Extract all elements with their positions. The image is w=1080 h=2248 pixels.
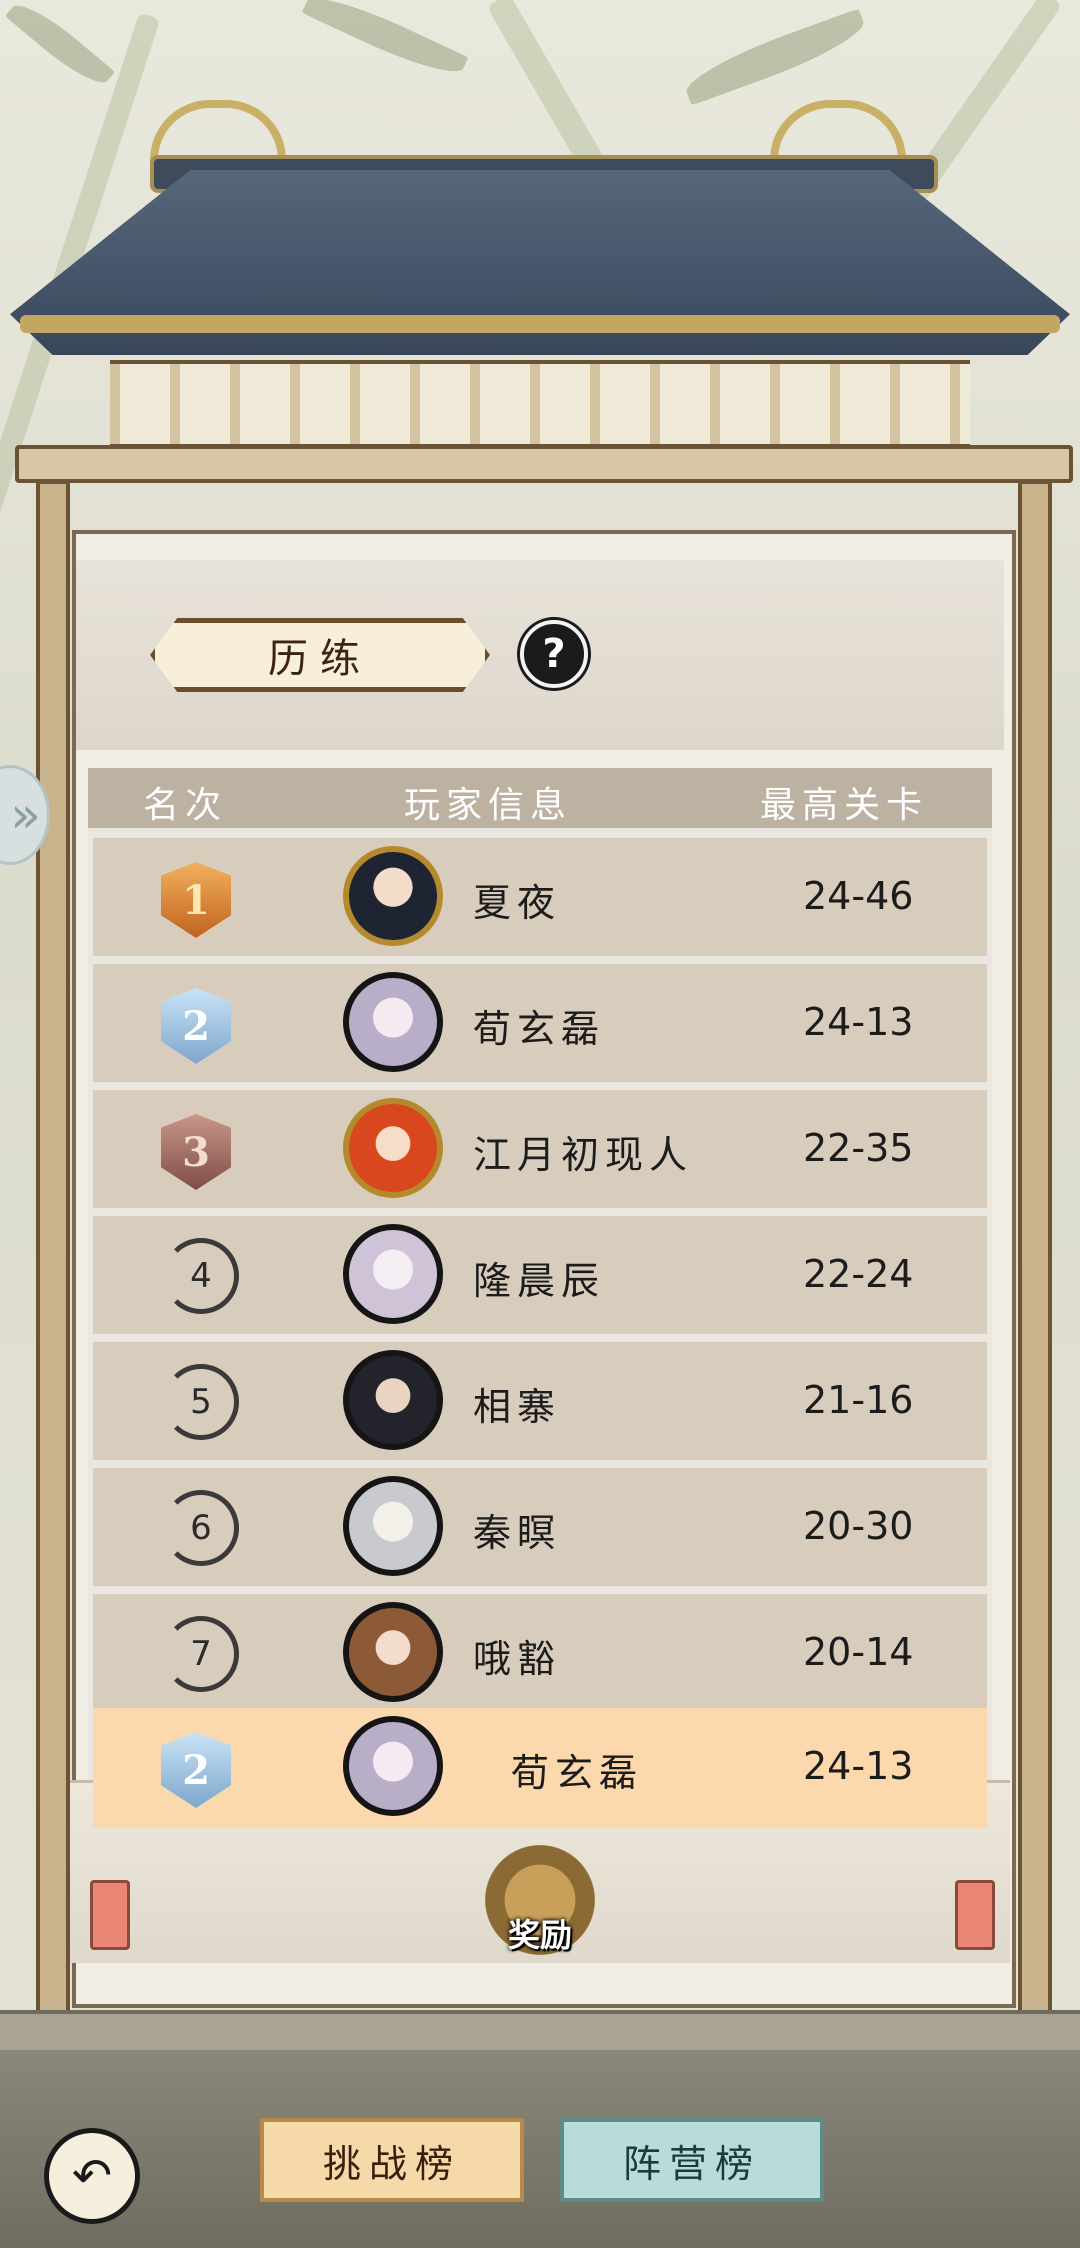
rank-number: 2	[161, 1732, 231, 1808]
avatar[interactable]	[343, 1350, 443, 1450]
pavilion-beam	[15, 445, 1073, 483]
avatar[interactable]	[343, 972, 443, 1072]
rank-number: 2	[161, 988, 231, 1064]
silver-badge-icon: 2	[155, 1724, 237, 1812]
avatar[interactable]	[343, 1476, 443, 1576]
tab-camp-ranking[interactable]: 阵营榜	[560, 2118, 824, 2202]
table-row[interactable]: 7 哦豁 20-14	[93, 1594, 987, 1712]
gold-badge-icon: 1	[155, 854, 237, 942]
table-row[interactable]: 4 隆晨辰 22-24	[93, 1216, 987, 1334]
pavilion-railing	[110, 360, 970, 448]
best-stage: 20-14	[803, 1630, 914, 1674]
title-plaque: 历练	[150, 618, 490, 692]
column-player-info: 玩家信息	[404, 785, 573, 826]
best-stage: 21-16	[803, 1378, 914, 1422]
pavilion-base	[0, 2010, 1080, 2054]
player-name: 哦豁	[473, 1637, 562, 1681]
table-row[interactable]: 5 相寨 21-16	[93, 1342, 987, 1460]
rank-ring-icon: 4	[163, 1238, 239, 1314]
player-name: 秦瞑	[473, 1511, 562, 1555]
best-stage: 24-46	[803, 874, 914, 918]
table-row[interactable]: 3 江月初现人 22-35	[93, 1090, 987, 1208]
lantern-icon	[955, 1880, 995, 1950]
footer-bar	[0, 2050, 1080, 2248]
player-name: 相寨	[473, 1385, 562, 1429]
avatar[interactable]	[343, 1602, 443, 1702]
bamboo-leaf	[301, 0, 469, 85]
player-name: 隆晨辰	[473, 1259, 606, 1303]
bamboo-leaf	[679, 8, 871, 106]
player-name: 江月初现人	[473, 1133, 694, 1177]
pillar-right	[1018, 480, 1052, 2028]
question-circle-icon[interactable]: ?	[520, 620, 588, 688]
my-rank-row[interactable]: 2 荀玄磊 24-13	[93, 1708, 987, 1828]
player-name: 夏夜	[473, 881, 562, 925]
bronze-badge-icon: 3	[155, 1106, 237, 1194]
best-stage: 24-13	[803, 1744, 914, 1788]
page-title: 历练	[268, 636, 372, 682]
table-header: 名次 玩家信息 最高关卡	[88, 768, 992, 828]
reward-button-label[interactable]: 奖励	[492, 1910, 588, 1956]
best-stage: 20-30	[803, 1504, 914, 1548]
rank-number: 1	[161, 862, 231, 938]
avatar[interactable]	[343, 1224, 443, 1324]
pillar-left	[36, 480, 70, 2028]
best-stage: 22-24	[803, 1252, 914, 1296]
avatar[interactable]	[343, 1716, 443, 1816]
avatar[interactable]	[343, 846, 443, 946]
roof-trim	[20, 315, 1060, 333]
silver-badge-icon: 2	[155, 980, 237, 1068]
best-stage: 22-35	[803, 1126, 914, 1170]
rank-ring-icon: 6	[163, 1490, 239, 1566]
back-arrow-icon[interactable]: ↶	[44, 2128, 140, 2224]
bamboo-leaf	[5, 0, 115, 94]
lantern-icon	[90, 1880, 130, 1950]
player-name: 荀玄磊	[473, 1007, 606, 1051]
table-row[interactable]: 2 荀玄磊 24-13	[93, 964, 987, 1082]
player-name: 荀玄磊	[511, 1751, 644, 1795]
tab-challenge-ranking[interactable]: 挑战榜	[260, 2118, 524, 2202]
column-rank: 名次	[143, 785, 228, 826]
rank-number: 3	[161, 1114, 231, 1190]
rank-ring-icon: 5	[163, 1364, 239, 1440]
best-stage: 24-13	[803, 1000, 914, 1044]
table-row[interactable]: 6 秦瞑 20-30	[93, 1468, 987, 1586]
table-row[interactable]: 1 夏夜 24-46	[93, 838, 987, 956]
column-best-stage: 最高关卡	[760, 785, 929, 826]
avatar[interactable]	[343, 1098, 443, 1198]
rank-ring-icon: 7	[163, 1616, 239, 1692]
